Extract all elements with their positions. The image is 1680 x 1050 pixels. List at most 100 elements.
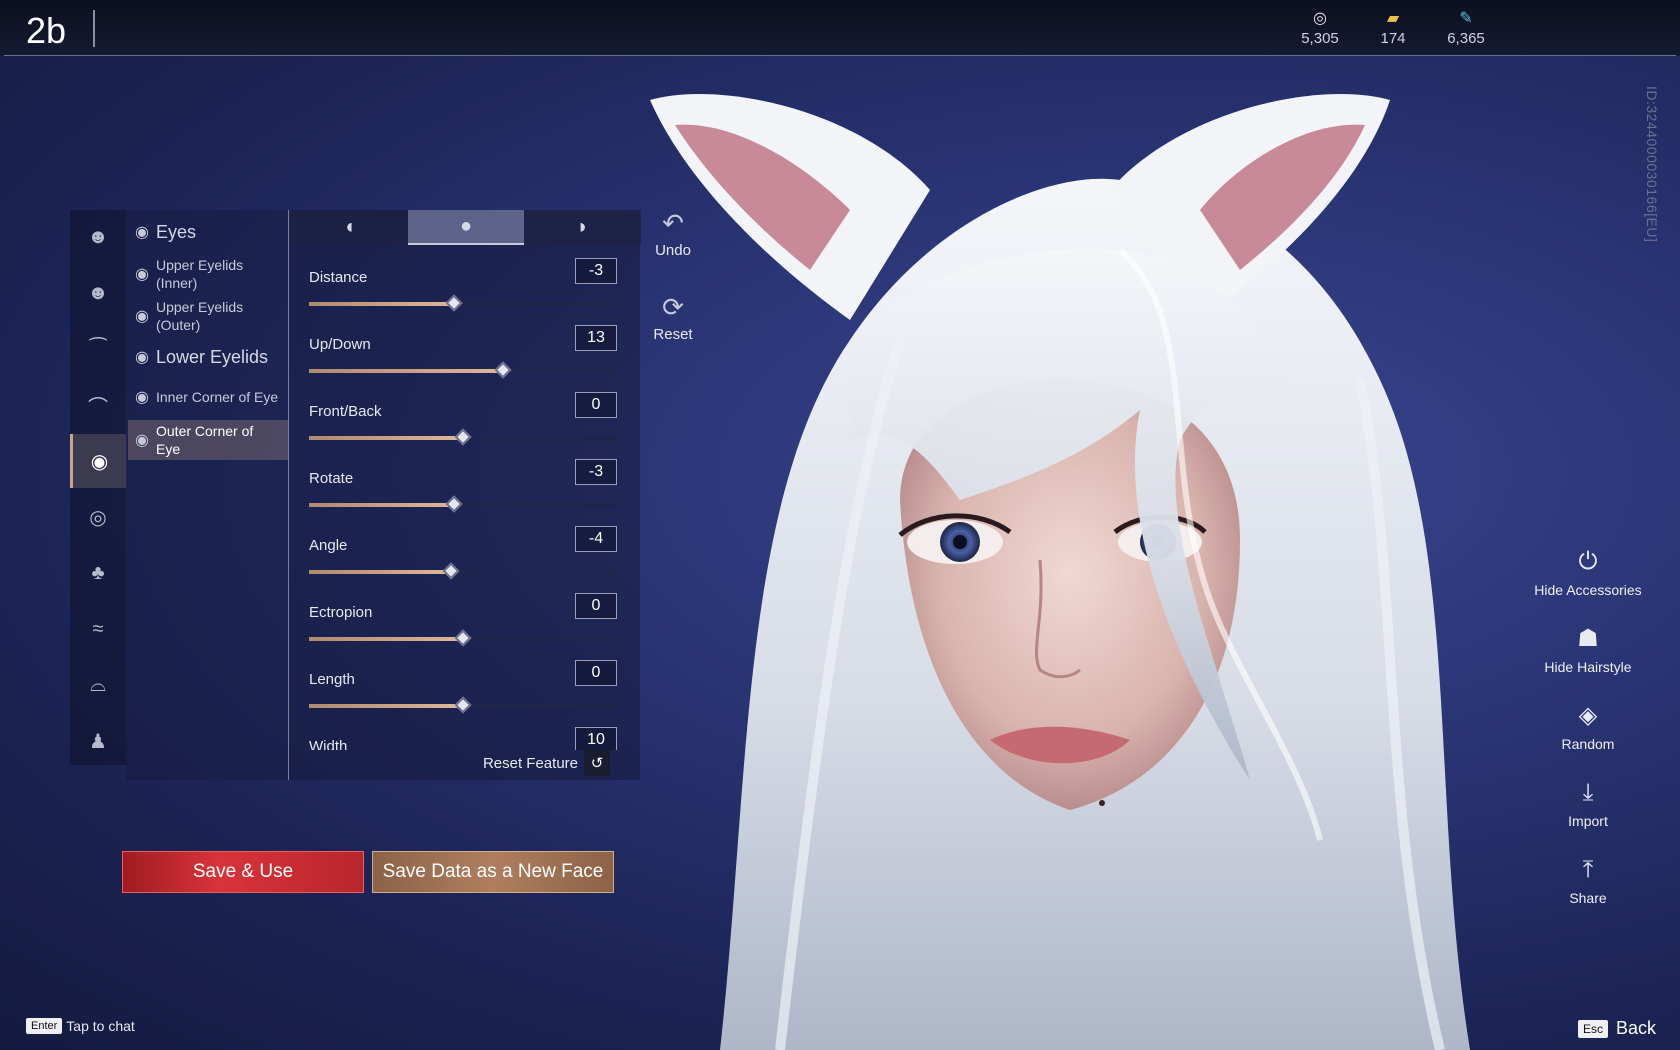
slider-row[interactable]: Front/Back 0 bbox=[309, 384, 621, 451]
slider-row[interactable]: Length 0 bbox=[309, 652, 621, 719]
enter-key-badge: Enter bbox=[26, 1018, 63, 1034]
hide-accessories-button[interactable]: ⏻ Hide Accessories bbox=[1518, 546, 1658, 598]
slider-label: Width bbox=[309, 738, 348, 750]
save-and-use-button[interactable]: Save & Use bbox=[122, 851, 364, 893]
hide-accessories-icon: ⏻ bbox=[1578, 548, 1598, 575]
slider-value-input[interactable]: 13 bbox=[575, 325, 617, 351]
category-nose[interactable]: ♣ bbox=[70, 546, 126, 600]
slider-panel: ◖ ● ◗ Distance -3 Up/Down 13 Front/Back 0 Rota… bbox=[288, 210, 642, 780]
slider-label: Up/Down bbox=[309, 336, 371, 353]
slider-row[interactable]: Up/Down 13 bbox=[309, 317, 621, 384]
nose-icon: ♣ bbox=[91, 561, 105, 584]
tap-to-chat[interactable]: Enter Tap to chat bbox=[26, 1018, 135, 1034]
coin-icon: ◎ bbox=[1313, 10, 1327, 27]
category-mouth[interactable]: ≈ bbox=[70, 602, 126, 656]
slider-track[interactable] bbox=[309, 696, 617, 714]
category-column: ☻ ☻ ⁀ ⌒ ◉ ◎ ♣ ≈ ⌓ ♟ bbox=[70, 210, 126, 765]
tab-left-profile[interactable]: ◖ bbox=[291, 210, 408, 245]
slider-fill bbox=[309, 637, 463, 641]
eye-outline-icon: ◉ bbox=[135, 308, 149, 325]
random-button[interactable]: ◈ Random bbox=[1518, 700, 1658, 752]
slider-list[interactable]: Distance -3 Up/Down 13 Front/Back 0 Rotate -3 An… bbox=[309, 250, 621, 750]
category-head[interactable]: ☻ bbox=[70, 266, 126, 320]
eye-outline-icon: ◉ bbox=[135, 224, 149, 241]
head-icon: ☻ bbox=[87, 281, 109, 304]
undo-icon: ↶ bbox=[662, 208, 684, 238]
save-new-face-button[interactable]: Save Data as a New Face bbox=[372, 851, 614, 893]
slider-fill bbox=[309, 302, 454, 306]
slider-value-input[interactable]: 10 bbox=[575, 727, 617, 750]
sub-item-upper-eyelids-outer[interactable]: ◉ Upper Eyelids (Outer) bbox=[128, 296, 288, 336]
slider-row[interactable]: Width 10 bbox=[309, 719, 621, 750]
top-bar-divider bbox=[4, 55, 1676, 56]
category-lips[interactable]: ⌓ bbox=[70, 658, 126, 712]
slider-value-input[interactable]: -3 bbox=[575, 459, 617, 485]
slider-row[interactable]: Distance -3 bbox=[309, 250, 621, 317]
slider-value-input[interactable]: -4 bbox=[575, 526, 617, 552]
eye-outline-icon: ◉ bbox=[135, 389, 149, 406]
category-eyebrow-position[interactable]: ⌒ bbox=[70, 378, 126, 432]
eye-outline-icon: ◉ bbox=[135, 266, 149, 283]
left-profile-icon: ◖ bbox=[343, 216, 356, 238]
sub-item-upper-eyelids-inner[interactable]: ◉ Upper Eyelids (Inner) bbox=[128, 254, 288, 294]
tab-right-profile[interactable]: ◗ bbox=[524, 210, 642, 245]
slider-handle[interactable] bbox=[445, 495, 463, 513]
category-eye[interactable]: ◉ bbox=[70, 434, 126, 488]
front-face-icon: ● bbox=[459, 215, 473, 237]
currency-feather: ✎ 6,365 bbox=[1436, 10, 1496, 47]
sub-item-lower-eyelids[interactable]: ◉ Lower Eyelids bbox=[128, 342, 288, 372]
slider-fill bbox=[309, 436, 463, 440]
sub-item-outer-corner[interactable]: ◉ Outer Corner of Eye bbox=[128, 420, 288, 460]
slider-track[interactable] bbox=[309, 495, 617, 513]
share-button[interactable]: ⤒ Share bbox=[1518, 854, 1658, 906]
slider-value-input[interactable]: 0 bbox=[575, 392, 617, 418]
eyebrow-icon: ⁀ bbox=[89, 338, 107, 361]
slider-label: Rotate bbox=[309, 470, 354, 487]
top-bar bbox=[0, 0, 1680, 56]
tab-front-view[interactable]: ● bbox=[407, 210, 525, 245]
eye-feature-list: ◉ Eyes ◉ Upper Eyelids (Inner) ◉ Upper E… bbox=[126, 210, 288, 780]
sub-item-eyes[interactable]: ◉ Eyes bbox=[128, 218, 288, 246]
category-body[interactable]: ♟ bbox=[70, 714, 126, 768]
hide-hairstyle-icon: ☗ bbox=[1577, 625, 1599, 652]
slider-track[interactable] bbox=[309, 428, 617, 446]
slider-row[interactable]: Angle -4 bbox=[309, 518, 621, 585]
reset-button[interactable]: ⟳ Reset bbox=[648, 292, 698, 343]
slider-value-input[interactable]: -3 bbox=[575, 258, 617, 284]
slider-label: Length bbox=[309, 671, 355, 688]
character-preview[interactable] bbox=[600, 80, 1600, 1050]
slider-track[interactable] bbox=[309, 562, 617, 580]
slider-handle[interactable] bbox=[445, 294, 463, 312]
hide-hairstyle-button[interactable]: ☗ Hide Hairstyle bbox=[1518, 623, 1658, 675]
mouth-icon: ≈ bbox=[92, 617, 104, 640]
slider-value-input[interactable]: 0 bbox=[575, 593, 617, 619]
back-button[interactable]: Esc Back bbox=[1577, 1018, 1656, 1039]
slider-handle[interactable] bbox=[454, 696, 472, 714]
slider-label: Distance bbox=[309, 269, 368, 286]
random-icon: ◈ bbox=[1578, 702, 1598, 729]
slider-handle[interactable] bbox=[442, 562, 460, 580]
slider-row[interactable]: Ectropion 0 bbox=[309, 585, 621, 652]
slider-track[interactable] bbox=[309, 629, 617, 647]
sub-item-inner-corner[interactable]: ◉ Inner Corner of Eye bbox=[128, 382, 288, 412]
category-eyebrow-shape[interactable]: ⁀ bbox=[70, 322, 126, 376]
slider-handle[interactable] bbox=[454, 629, 472, 647]
reset-icon: ↺ bbox=[584, 750, 610, 776]
feather-icon: ✎ bbox=[1459, 10, 1473, 27]
import-button[interactable]: ⤓ Import bbox=[1518, 777, 1658, 829]
slider-handle[interactable] bbox=[454, 428, 472, 446]
esc-key-badge: Esc bbox=[1577, 1019, 1608, 1038]
reset-feature-button[interactable]: Reset Feature ↺ bbox=[483, 750, 610, 776]
undo-button[interactable]: ↶ Undo bbox=[648, 208, 698, 259]
slider-value-input[interactable]: 0 bbox=[575, 660, 617, 686]
lips-icon: ⌓ bbox=[90, 673, 106, 696]
slider-fill bbox=[309, 369, 504, 373]
slider-handle[interactable] bbox=[494, 361, 512, 379]
slider-track[interactable] bbox=[309, 294, 617, 312]
slider-track[interactable] bbox=[309, 361, 617, 379]
eye-outline-icon: ◉ bbox=[135, 432, 149, 449]
share-icon: ⤒ bbox=[1582, 856, 1594, 883]
category-pupil[interactable]: ◎ bbox=[70, 490, 126, 544]
slider-row[interactable]: Rotate -3 bbox=[309, 451, 621, 518]
category-face-shape[interactable]: ☻ bbox=[70, 210, 126, 264]
